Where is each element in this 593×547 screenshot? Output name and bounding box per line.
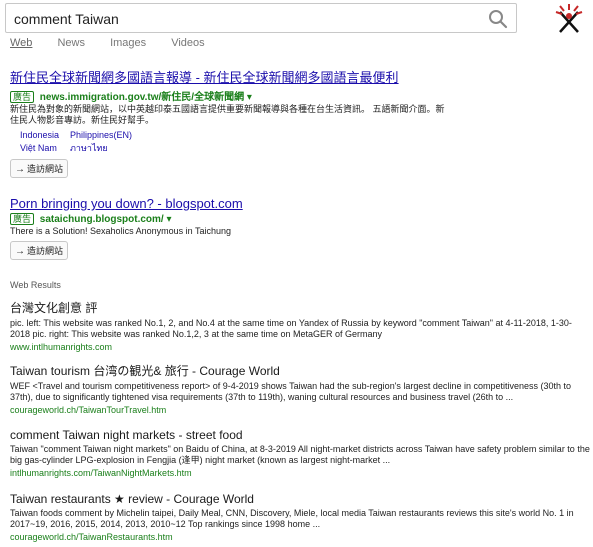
web-results-label: Web Results [10,280,61,290]
ad-sitelinks: Indonesia Philippines(EN) Việt Nam ภาษาไทย [20,129,585,155]
ad-title-link[interactable]: 新住民全球新聞網多國語言報導 - 新住民全球新聞網多國語言最便利 [10,67,585,86]
dropdown-arrow-icon[interactable]: ▾ [247,92,252,103]
logo-icon [555,4,583,33]
sitelink-indonesia[interactable]: Indonesia [20,129,70,142]
tab-web[interactable]: Web [10,37,32,49]
result-snippet: Taiwan foods comment by Michelin taipei,… [10,508,574,529]
ad-snippet: There is a Solution! Sexaholics Anonymou… [10,226,231,236]
result-snippet: Taiwan "comment Taiwan night markets" on… [10,444,590,465]
ad-title-link[interactable]: Porn bringing you down? - blogspot.com [10,196,585,211]
web-result: Taiwan tourism 台湾の観光& 旅行 - Courage World… [10,362,590,415]
ad-badge: 廣告 [10,91,35,103]
result-title-link[interactable]: Taiwan tourism 台湾の観光& 旅行 - Courage World [10,362,590,379]
result-title-link[interactable]: Taiwan restaurants ★ review - Courage Wo… [10,492,590,506]
search-icon[interactable] [488,9,508,29]
result-url[interactable]: intlhumanrights.com/TaiwanNightMarkets.h… [10,468,590,478]
result-title-link[interactable]: comment Taiwan night markets - street fo… [10,428,590,442]
ad-url[interactable]: news.immigration.gov.tw/新住民/全球新聞網 [40,92,244,103]
sitelink-philippines[interactable]: Philippines(EN) [70,129,132,142]
web-result: 台灣文化創意 評 pic. left: This website was ran… [10,299,590,352]
result-url[interactable]: courageworld.ch/TaiwanTourTravel.htm [10,405,590,415]
result-url[interactable]: courageworld.ch/TaiwanRestaurants.htm [10,532,590,542]
ad-badge: 廣告 [10,213,35,225]
sitelink-thai[interactable]: ภาษาไทย [70,142,108,155]
sitelink-vietnam[interactable]: Việt Nam [20,142,70,155]
ad-url-row: 廣告 sataichung.blogspot.com/ ▾ [10,213,585,225]
search-input[interactable] [14,9,474,29]
ad-url[interactable]: sataichung.blogspot.com/ [40,214,164,225]
result-title-link[interactable]: 台灣文化創意 評 [10,299,590,316]
web-result: Taiwan restaurants ★ review - Courage Wo… [10,492,590,542]
dropdown-arrow-icon[interactable]: ▾ [166,214,171,225]
arrow-right-icon: → [15,246,25,257]
result-snippet: WEF <Travel and tourism competitiveness … [10,381,572,402]
search-box[interactable] [5,3,517,33]
result-snippet: pic. left: This website was ranked No.1,… [10,318,572,339]
arrow-right-icon: → [15,164,25,175]
visit-site-button[interactable]: → 造訪網站 [10,241,69,260]
visit-site-label: 造訪網站 [27,246,64,256]
ad-url-row: 廣告 news.immigration.gov.tw/新住民/全球新聞網 ▾ [10,88,585,103]
visit-site-label: 造訪網站 [27,164,64,174]
visit-site-button[interactable]: → 造訪網站 [10,159,69,178]
search-tabs: Web News Images Videos [10,37,227,49]
ad-snippet: 新住民為對象的新聞網站，以中英越印泰五國語言提供重要新聞報導與各種在台生活資訊。… [10,104,445,125]
ad-result: Porn bringing you down? - blogspot.com 廣… [10,196,585,260]
result-url[interactable]: www.intlhumanrights.com [10,342,590,352]
ad-result: 新住民全球新聞網多國語言報導 - 新住民全球新聞網多國語言最便利 廣告 news… [10,67,585,178]
web-result: comment Taiwan night markets - street fo… [10,428,590,478]
tab-videos[interactable]: Videos [171,37,204,49]
tab-images[interactable]: Images [110,37,146,49]
tab-news[interactable]: News [57,37,85,49]
